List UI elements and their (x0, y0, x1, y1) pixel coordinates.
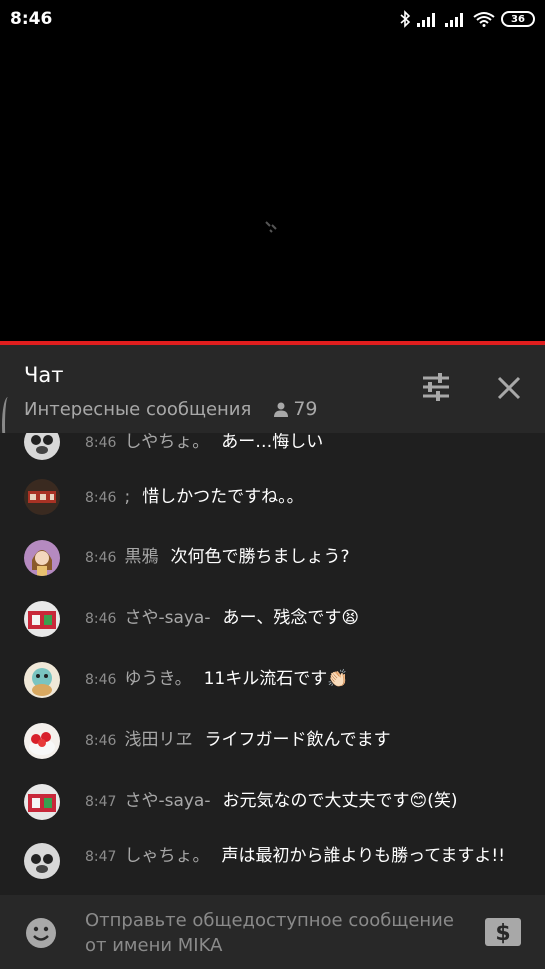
loading-spinner-icon (265, 221, 277, 233)
message-text: 11キル流石です👏🏻 (203, 669, 349, 689)
viewer-count-value: 79 (293, 398, 318, 420)
status-icons: 36 (399, 10, 535, 28)
message-text: お元気なので大丈夫です😊(笑) (222, 791, 458, 811)
avatar[interactable] (24, 662, 60, 698)
avatar[interactable] (24, 723, 60, 759)
bluetooth-icon (400, 10, 411, 28)
message-text: 声は最初から誰よりも勝ってますよ!! (221, 846, 506, 866)
status-bar: 8:46 36 (0, 0, 545, 38)
battery-level: 36 (511, 13, 525, 25)
message-author[interactable]: さや-saya- (124, 608, 210, 628)
sliders-icon[interactable] (418, 369, 454, 405)
message-time: 8:46 (85, 733, 117, 749)
chat-mode-label[interactable]: Интересные сообщения (24, 399, 251, 420)
dollar-icon[interactable]: $ (484, 917, 522, 947)
signal-icon (417, 13, 435, 27)
signal-icon (445, 13, 463, 27)
person-icon (274, 402, 289, 417)
svg-text:$: $ (495, 921, 510, 946)
message-time: 8:46 (85, 611, 117, 627)
avatar[interactable] (24, 601, 60, 637)
message-author[interactable]: しやちょ。 (124, 433, 209, 452)
chat-header: Чат Интересные сообщения 79 (0, 345, 545, 433)
avatar[interactable] (24, 784, 60, 820)
emoji-icon[interactable] (25, 917, 57, 949)
message-author[interactable]: ゆうき。 (124, 669, 191, 689)
avatar[interactable] (24, 479, 60, 515)
chat-input-bar: Отправьте общедоступное сообщение от име… (0, 895, 545, 969)
close-icon[interactable] (492, 371, 526, 405)
message-text: 惜しかつたですね。。 (142, 487, 304, 507)
message-author[interactable]: しゃちょ。 (124, 846, 209, 866)
status-time: 8:46 (10, 9, 53, 29)
message-time: 8:46 (85, 490, 117, 506)
message-time: 8:47 (85, 849, 117, 865)
avatar[interactable] (24, 433, 60, 460)
message-text: あー、残念です😫 (222, 608, 360, 628)
message-text: あー…悔しい (221, 433, 324, 452)
message-time: 8:46 (85, 672, 117, 688)
message-author[interactable]: さや-saya- (124, 791, 210, 811)
message-author[interactable]: 浅田リヱ (124, 730, 192, 750)
wifi-icon (473, 12, 495, 27)
chat-mode-selector[interactable]: Интересные сообщения 79 (24, 397, 318, 421)
viewer-count: 79 (273, 398, 318, 420)
message-text: 次何色で勝ちましょう? (170, 547, 350, 567)
message-input[interactable]: Отправьте общедоступное сообщение от име… (85, 908, 475, 958)
video-player[interactable] (0, 38, 545, 341)
battery-indicator: 36 (501, 11, 535, 27)
message-text: ライフガード飲んでます (204, 730, 391, 750)
chat-title: Чат (24, 363, 64, 387)
message-time: 8:46 (85, 435, 117, 451)
avatar[interactable] (24, 540, 60, 576)
avatar[interactable] (24, 843, 60, 879)
message-time: 8:47 (85, 794, 117, 810)
message-author[interactable]: 黒鴉 (124, 547, 158, 567)
message-author[interactable]: ; (124, 487, 130, 507)
chat-message-list[interactable]: 8:46 しやちょ。 あー…悔しい 8:46; 惜しかつたですね。。 8:46 黒鴉 次何… (0, 433, 545, 895)
message-time: 8:46 (85, 550, 117, 566)
